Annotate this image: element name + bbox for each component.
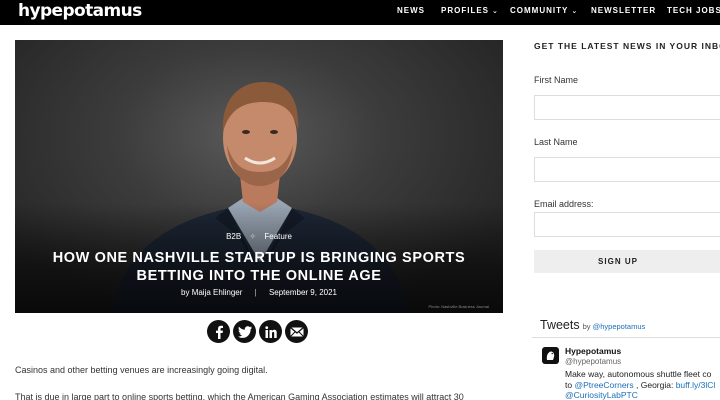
nav-item-newsletter[interactable]: NEWSLETTER bbox=[591, 6, 656, 15]
article-categories: B2B ✧ Feature bbox=[15, 232, 503, 241]
tweets-divider bbox=[532, 337, 720, 338]
category-link[interactable]: B2B bbox=[226, 232, 241, 241]
photo-credit: Photo: Nashville Business Journal bbox=[428, 304, 489, 309]
tweets-title: Tweets bbox=[540, 318, 580, 332]
facebook-icon[interactable] bbox=[207, 320, 230, 343]
nav-item-label: TECH JOBS bbox=[667, 6, 720, 15]
article-paragraph: That is due in large part to online spor… bbox=[15, 392, 464, 400]
newsletter-title: GET THE LATEST NEWS IN YOUR INBOX bbox=[534, 41, 720, 51]
chevron-down-icon: ⌄ bbox=[492, 8, 499, 15]
tweet-text: , Georgia: bbox=[633, 380, 676, 390]
category-link[interactable]: Feature bbox=[264, 232, 292, 241]
last-name-label: Last Name bbox=[534, 137, 578, 147]
nav-item-community[interactable]: COMMUNITY ⌄ bbox=[510, 6, 578, 15]
article-byline: by Maija Ehlinger | September 9, 2021 bbox=[181, 288, 337, 297]
nav-item-news[interactable]: NEWS bbox=[397, 6, 425, 15]
email-icon[interactable] bbox=[285, 320, 308, 343]
tweets-by-handle-link[interactable]: @hypepotamus bbox=[593, 322, 646, 331]
first-name-field[interactable] bbox=[534, 95, 720, 120]
nav-item-profiles[interactable]: PROFILES ⌄ bbox=[441, 6, 499, 15]
tweet-text-line: Make way, autonomous shuttle fleet co bbox=[565, 369, 712, 379]
article-headline[interactable]: HOW ONE NASHVILLE STARTUP IS BRINGING SP… bbox=[35, 249, 483, 285]
twitter-icon[interactable] bbox=[233, 320, 256, 343]
tweet-author-name[interactable]: Hypepotamus bbox=[565, 346, 621, 356]
share-buttons bbox=[207, 320, 308, 343]
chevron-down-icon: ⌄ bbox=[571, 8, 579, 15]
author-name[interactable]: by Maija Ehlinger bbox=[181, 288, 242, 297]
avatar[interactable] bbox=[542, 347, 559, 364]
last-name-field[interactable] bbox=[534, 157, 720, 182]
site-logo[interactable]: hypepotamus bbox=[18, 1, 142, 21]
nav-item-tech-jobs[interactable]: TECH JOBS⌄ bbox=[667, 6, 720, 15]
tweets-by-prefix: by bbox=[582, 322, 591, 331]
tweets-header: Tweets by @hypepotamus bbox=[540, 318, 645, 332]
category-separator: ✧ bbox=[249, 232, 257, 241]
email-field[interactable] bbox=[534, 212, 720, 237]
tweet-url-link[interactable]: buff.ly/3lCl bbox=[676, 380, 716, 390]
nav-item-label: PROFILES bbox=[441, 6, 490, 15]
tweet-text-line: to @PtreeCorners , Georgia: buff.ly/3lCl bbox=[565, 380, 715, 390]
sign-up-button[interactable]: SIGN UP bbox=[534, 250, 720, 273]
nav-item-label: NEWSLETTER bbox=[591, 6, 657, 15]
tweet-mention-link[interactable]: @PtreeCorners bbox=[574, 380, 633, 390]
tweet-mention-link[interactable]: @CuriosityLabPTC bbox=[565, 390, 638, 400]
top-nav-bar: hypepotamus NEWS PROFILES ⌄ COMMUNITY ⌄ NE… bbox=[0, 0, 720, 25]
first-name-label: First Name bbox=[534, 75, 579, 85]
article-paragraph: Casinos and other betting venues are inc… bbox=[15, 365, 268, 375]
nav-item-label: COMMUNITY bbox=[510, 6, 569, 15]
featured-article-hero[interactable]: B2B ✧ Feature HOW ONE NASHVILLE STARTUP … bbox=[15, 40, 503, 313]
publish-date: September 9, 2021 bbox=[268, 288, 337, 297]
tweet-author-handle[interactable]: @hypepotamus bbox=[565, 357, 621, 366]
nav-item-label: NEWS bbox=[397, 6, 425, 15]
email-label: Email address: bbox=[534, 199, 594, 209]
linkedin-icon[interactable] bbox=[259, 320, 282, 343]
